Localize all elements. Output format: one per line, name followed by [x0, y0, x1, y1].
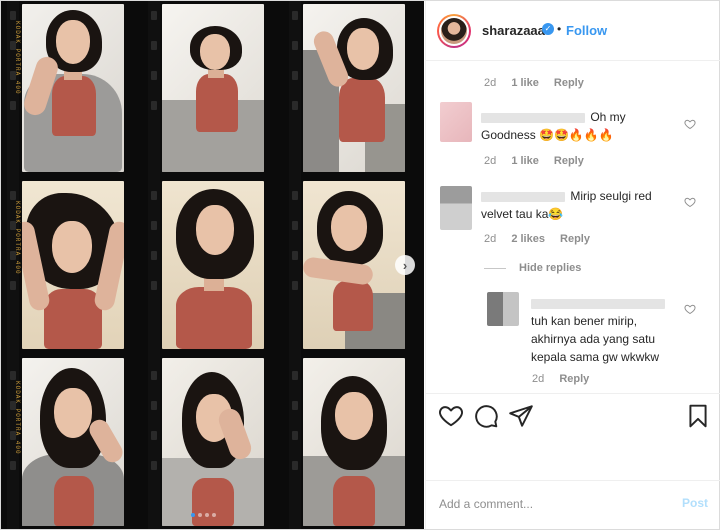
comment-text: Mirip seulgi red velvet tau ka😂 [481, 187, 681, 223]
reply-button[interactable]: Reply [560, 233, 590, 245]
film-edge [289, 1, 301, 529]
comment-line: Oh my [590, 110, 626, 124]
comment-time[interactable]: 2d [532, 373, 544, 385]
comment-likes[interactable]: 2 likes [511, 233, 545, 245]
like-comment-heart-icon[interactable] [684, 303, 696, 315]
username-link[interactable]: sharazaaa [482, 23, 545, 38]
film-edge: KODAK PORTRA 400 KODAK PORTRA 400 KODAK … [7, 1, 21, 529]
commenter-username[interactable] [531, 298, 665, 309]
film-edge-label: KODAK PORTRA 400 [14, 21, 21, 95]
comment-time[interactable]: 2d [484, 77, 496, 89]
separator-dot: • [557, 22, 562, 36]
post-media[interactable]: KODAK PORTRA 400 KODAK PORTRA 400 KODAK … [1, 1, 424, 529]
post-sidebar: sharazaaa ✓ • Follow 2d 1 like Reply Oh … [425, 1, 720, 529]
add-comment-input[interactable] [439, 497, 659, 511]
photo-frame [22, 358, 124, 526]
photo-frame [22, 4, 124, 172]
post-comment-button[interactable]: Post [682, 496, 708, 510]
share-icon[interactable] [508, 403, 534, 429]
comment-meta: 2d 1 like Reply [484, 155, 596, 167]
comment-line: Goodness 🤩🤩🔥🔥🔥 [481, 128, 614, 142]
photo-frame [303, 4, 405, 172]
reply-button[interactable]: Reply [559, 373, 589, 385]
reply-line: kepala sama gw wkwkw [531, 350, 660, 364]
comment-meta: 2d 1 like Reply [484, 77, 596, 89]
heart-icon[interactable] [438, 403, 464, 429]
chevron-right-icon: › [402, 257, 408, 273]
commenter-avatar[interactable] [440, 102, 472, 142]
post-actions [426, 393, 720, 440]
carousel-dot [198, 513, 202, 517]
comment-likes[interactable]: 1 like [511, 77, 539, 89]
verified-badge-icon: ✓ [542, 23, 554, 35]
reply-button[interactable]: Reply [554, 155, 584, 167]
reply-line: tuh kan bener mirip, [531, 314, 638, 328]
photo-frame [162, 4, 264, 172]
carousel-indicator [191, 513, 216, 517]
photo-frame [162, 181, 264, 349]
like-comment-heart-icon[interactable] [684, 118, 696, 130]
comment-meta: 2d 2 likes Reply [484, 233, 602, 245]
replies-divider [484, 268, 506, 269]
photo-frame [22, 181, 124, 349]
commenter-avatar[interactable] [487, 292, 519, 326]
commenter-username[interactable] [481, 191, 565, 202]
carousel-dot [212, 513, 216, 517]
carousel-next-button[interactable]: › [395, 255, 415, 275]
commenter-avatar[interactable] [440, 186, 472, 230]
post-header: sharazaaa ✓ • Follow [426, 1, 720, 61]
film-edge-label: KODAK PORTRA 400 [14, 201, 21, 275]
reply-text: tuh kan bener mirip, akhirnya ada yang s… [531, 294, 691, 366]
comment-icon[interactable] [473, 403, 499, 429]
reply-line: akhirnya ada yang satu [531, 332, 656, 346]
hide-replies-button[interactable]: Hide replies [519, 262, 581, 274]
photo-frame [303, 358, 405, 526]
photo-frame [303, 181, 405, 349]
avatar-image [441, 18, 467, 44]
comment-meta: 2d Reply [532, 373, 601, 385]
carousel-dot [191, 513, 195, 517]
add-comment-bar: Post [426, 480, 720, 530]
follow-button[interactable]: Follow [566, 23, 607, 38]
bookmark-icon[interactable] [685, 403, 711, 429]
comment-text: Oh my Goodness 🤩🤩🔥🔥🔥 [481, 108, 681, 144]
avatar[interactable] [437, 14, 471, 48]
film-edge [148, 1, 160, 529]
commenter-username[interactable] [481, 112, 585, 123]
comment-time[interactable]: 2d [484, 155, 496, 167]
photo-frame [162, 358, 264, 526]
comment-likes[interactable]: 1 like [511, 155, 539, 167]
carousel-dot [205, 513, 209, 517]
film-edge-label: KODAK PORTRA 400 [14, 381, 21, 455]
comment-time[interactable]: 2d [484, 233, 496, 245]
reply-button[interactable]: Reply [554, 77, 584, 89]
comment-line: velvet tau ka😂 [481, 207, 564, 221]
comment-line: Mirip seulgi red [570, 189, 652, 203]
like-comment-heart-icon[interactable] [684, 196, 696, 208]
